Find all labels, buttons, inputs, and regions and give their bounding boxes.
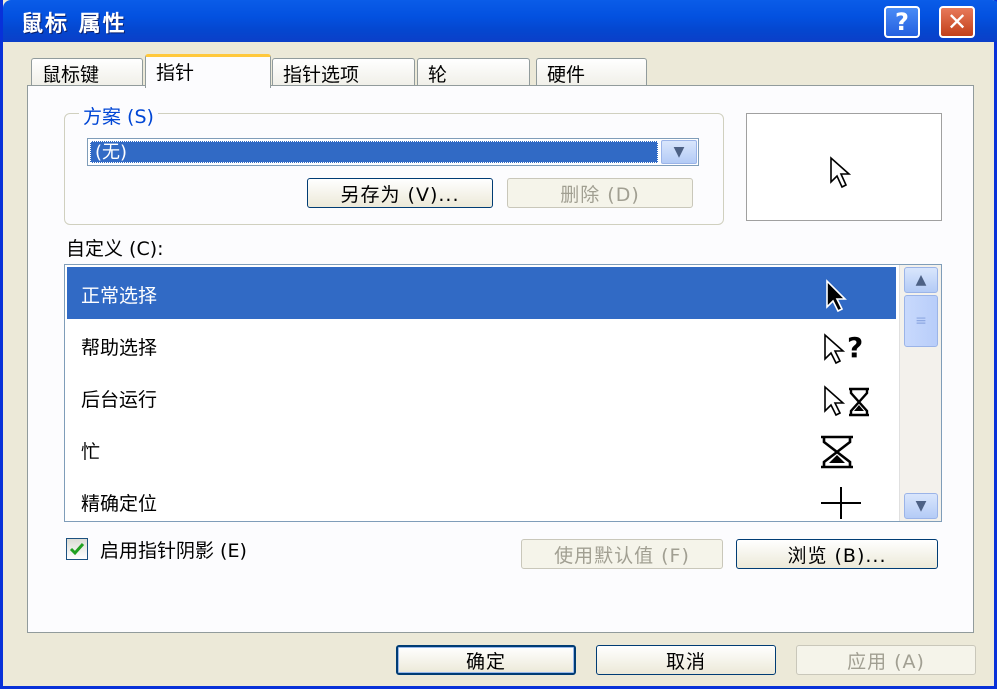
svg-text:?: ? [847, 331, 863, 364]
list-item[interactable]: 精确定位 [67, 475, 896, 521]
tab-wheel[interactable]: 轮 [417, 58, 530, 86]
hourglass-icon [821, 435, 853, 469]
cursor-list[interactable]: 正常选择 帮助选择 ? 后台运行 忙 精确定位 ▲ ≡ ▼ [64, 264, 942, 522]
help-icon: ? [895, 8, 909, 36]
list-item[interactable]: 忙 [67, 423, 896, 475]
chevron-down-icon[interactable]: ▼ [661, 140, 697, 164]
apply-button[interactable]: 应用 (A) [796, 645, 976, 675]
list-item-label: 后台运行 [81, 389, 158, 411]
window-title: 鼠标 属性 [21, 12, 127, 37]
arrow-cursor-icon [826, 279, 847, 313]
list-item-label: 忙 [81, 441, 101, 463]
working-cursor-icon [824, 385, 869, 417]
title-bar[interactable]: 鼠标 属性 ? ✕ [3, 0, 997, 42]
enable-shadow-checkbox[interactable] [66, 538, 88, 560]
list-item-label: 正常选择 [81, 285, 158, 307]
scheme-group: 方案 (S) (无) ▼ 另存为 (V)... 删除 (D) [64, 102, 724, 225]
list-item[interactable]: 帮助选择 ? [67, 319, 896, 371]
scheme-label: 方案 (S) [79, 102, 158, 129]
tab-pointer-options[interactable]: 指针选项 [272, 58, 415, 86]
pointers-panel: 方案 (S) (无) ▼ 另存为 (V)... 删除 (D) 自定义 (C): … [27, 85, 974, 633]
help-cursor-icon: ? [824, 331, 863, 365]
list-item[interactable]: 正常选择 [67, 267, 896, 319]
scheme-dropdown[interactable]: (无) ▼ [87, 138, 699, 166]
cancel-button[interactable]: 取消 [596, 645, 776, 675]
scroll-up-button[interactable]: ▲ [904, 267, 938, 293]
close-button[interactable]: ✕ [939, 6, 975, 38]
list-item-label: 帮助选择 [81, 337, 158, 359]
list-item[interactable]: 后台运行 [67, 371, 896, 423]
enable-shadow-label: 启用指针阴影 (E) [100, 540, 247, 562]
tab-buttons[interactable]: 鼠标键 [31, 58, 143, 86]
scheme-selected-value: (无) [90, 141, 658, 163]
custom-label: 自定义 (C): [66, 238, 164, 260]
tab-hardware[interactable]: 硬件 [536, 58, 647, 86]
browse-button[interactable]: 浏览 (B)... [736, 539, 938, 569]
cursor-preview [746, 113, 942, 221]
list-scrollbar[interactable]: ▲ ≡ ▼ [899, 265, 941, 521]
use-default-button[interactable]: 使用默认值 (F) [521, 539, 723, 569]
ok-button[interactable]: 确定 [396, 645, 576, 675]
scroll-down-button[interactable]: ▼ [904, 493, 938, 519]
help-button[interactable]: ? [884, 6, 920, 38]
checkmark-icon [69, 543, 85, 556]
crosshair-icon [821, 487, 861, 519]
list-item-label: 精确定位 [81, 493, 158, 515]
tab-pointers[interactable]: 指针 [145, 54, 271, 88]
delete-button[interactable]: 删除 (D) [507, 178, 693, 208]
arrow-cursor-icon [830, 156, 852, 189]
mouse-properties-dialog: 鼠标 属性 ? ✕ 鼠标键 指针 指针选项 轮 硬件 方案 (S) (无) ▼ … [0, 0, 997, 689]
close-icon: ✕ [946, 8, 968, 36]
scroll-thumb[interactable]: ≡ [904, 295, 938, 347]
save-as-button[interactable]: 另存为 (V)... [307, 178, 493, 208]
